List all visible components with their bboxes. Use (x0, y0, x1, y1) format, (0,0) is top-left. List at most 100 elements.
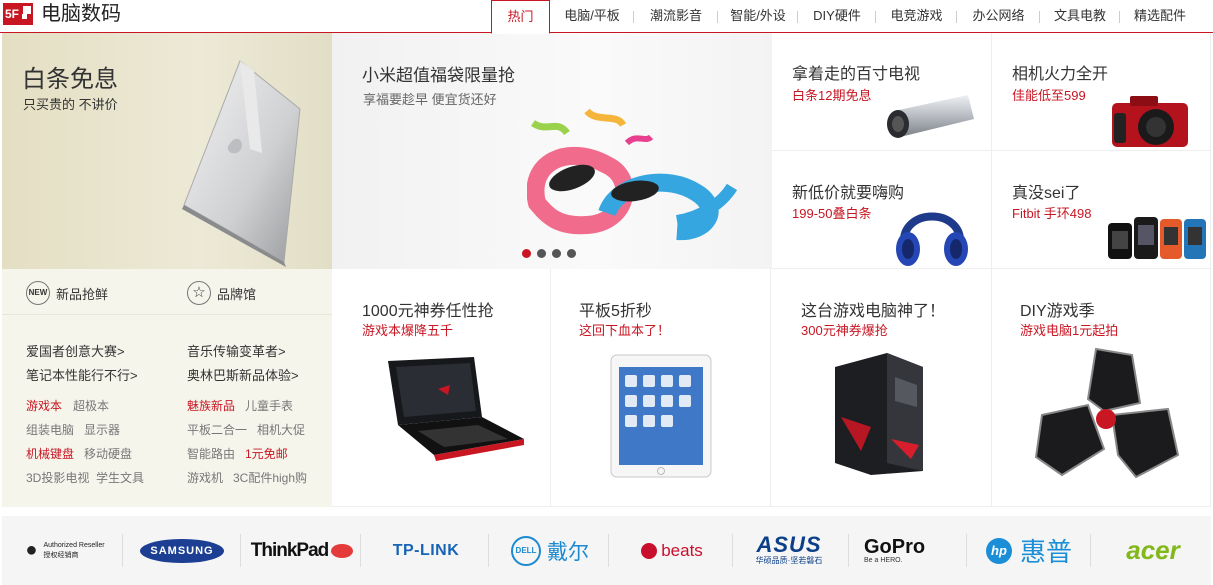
carousel-dots (522, 249, 576, 258)
tab-accessories[interactable]: 精选配件 (1120, 0, 1200, 33)
promo-tile-gaming-laptop[interactable]: 1000元神券任性抢 游戏本爆降五千 (332, 269, 551, 507)
brand-divider (966, 534, 967, 567)
gopro-logo: GoPro (864, 536, 926, 558)
keyword-link[interactable]: 游戏机 (187, 469, 223, 486)
brand-acer[interactable]: acer (1098, 516, 1208, 585)
keyword-link[interactable]: 移动硬盘 (84, 445, 132, 462)
tab-smart[interactable]: 智能/外设 (718, 0, 798, 33)
keyword-link[interactable]: 3C配件high购 (233, 469, 307, 486)
star-icon: ☆ (187, 281, 211, 305)
tab-av[interactable]: 潮流影音 (634, 0, 718, 33)
dell-logo: DELL (511, 535, 541, 566)
samsung-logo: SAMSUNG (140, 538, 224, 563)
promo-tile-projector[interactable]: 拿着走的百寸电视 白条12期免息 (772, 33, 992, 151)
tab-office[interactable]: 办公网络 (957, 0, 1040, 33)
promo-title: DIY游戏季 (1020, 303, 1095, 320)
promo-subtitle: 300元神券爆抢 (801, 323, 888, 338)
brand-apple[interactable]: ● Authorized Reseller 授权经销商 (10, 516, 120, 585)
hero-xiaomi[interactable]: 小米超值福袋限量抢 享福要趁早 便宜货还好 (332, 33, 772, 269)
brand-gopro[interactable]: GoPro Be a HERO. (856, 516, 960, 585)
promo-subtitle: 这回下血本了！ (579, 323, 671, 338)
tab-computer-tablet[interactable]: 电脑/平板 (550, 0, 634, 33)
promo-tile-tablet[interactable]: 平板5折秒 这回下血本了！ (551, 269, 771, 507)
floor-logo: 5F (3, 3, 33, 25)
keyword-link[interactable]: 组装电脑 (26, 421, 74, 438)
hero-left-subtitle: 只买贵的 不讲价 (23, 97, 118, 112)
tab-esports[interactable]: 电竞游戏 (876, 0, 957, 33)
keyword-link[interactable]: 1元免邮 (245, 445, 288, 462)
camera-icon (1112, 96, 1188, 147)
brand-tplink[interactable]: TP-LINK (368, 516, 484, 585)
brand-hall-link[interactable]: ☆ 品牌馆 (187, 281, 256, 305)
brand-divider (608, 534, 609, 567)
promo-title: 平板5折秒 (579, 303, 652, 320)
promo-subtitle: 白条12期免息 (792, 88, 872, 103)
brand-divider (1090, 534, 1091, 567)
keyword-link[interactable]: 机械键盘 (26, 445, 74, 462)
beats-logo: beats (661, 540, 703, 560)
promo-tile-headphones[interactable]: 新低价就要嗨购 199-50叠白条 (772, 151, 992, 269)
keyword-link[interactable]: 智能路由 (187, 445, 235, 462)
tab-hot[interactable]: 热门 (491, 0, 550, 34)
promo-subtitle: 199-50叠白条 (792, 206, 872, 221)
promo-title: 相机火力全开 (1012, 66, 1109, 83)
promo-link[interactable]: 音乐传输变革者> (187, 341, 286, 360)
promo-link[interactable]: 笔记本性能行不行> (26, 365, 138, 384)
keyword-link[interactable]: 相机大促 (257, 421, 305, 438)
promo-link[interactable]: 奥林巴斯新品体验> (187, 365, 299, 384)
promo-title: 这台游戏电脑神了！ (801, 303, 946, 320)
promo-subtitle: 游戏本爆降五千 (362, 323, 454, 338)
apple-reseller-label: Authorized Reseller (43, 541, 105, 549)
carousel-dot[interactable] (537, 249, 546, 258)
brand-divider (732, 534, 733, 567)
carousel-dot[interactable] (567, 249, 576, 258)
promo-tile-diy-case[interactable]: DIY游戏季 游戏电脑1元起拍 (992, 269, 1211, 507)
tab-diy[interactable]: DIY硬件 (798, 0, 876, 33)
promo-subtitle: Fitbit 手环498 (1012, 206, 1092, 221)
promo-title: 真没sei了 (1012, 185, 1081, 202)
promo-subtitle: 佳能低至599 (1012, 88, 1086, 103)
keyword-link[interactable]: 儿童手表 (245, 397, 293, 414)
brand-samsung[interactable]: SAMSUNG (130, 516, 234, 585)
brand-asus[interactable]: ASUS 华硕品质·坚若磐石 (738, 516, 840, 585)
promo-tile-camera[interactable]: 相机火力全开 佳能低至599 (992, 33, 1211, 151)
new-arrivals-link[interactable]: NEW 新品抢鲜 (26, 281, 108, 305)
promo-tile-gaming-pc[interactable]: 这台游戏电脑神了！ 300元神券爆抢 (771, 269, 992, 507)
keyword-link[interactable]: 超极本 (73, 397, 109, 414)
keyword-link[interactable]: 游戏本 (26, 397, 62, 414)
promo-tile-fitbit[interactable]: 真没sei了 Fitbit 手环498 (992, 151, 1211, 269)
brand-thinkpad[interactable]: ThinkPad (250, 516, 354, 585)
brand-divider (240, 534, 241, 567)
carousel-dot[interactable] (552, 249, 561, 258)
keyword-link[interactable]: 显示器 (84, 421, 120, 438)
promo-title: 1000元神券任性抢 (362, 303, 494, 320)
hero-baitiao[interactable]: 白条免息 只买贵的 不讲价 (2, 33, 332, 269)
fitness-band-icon (527, 108, 738, 241)
tab-stationery[interactable]: 文具电教 (1040, 0, 1120, 33)
brand-hp[interactable]: hp 惠普 (974, 516, 1084, 585)
gaming-pc-icon (835, 353, 923, 475)
floor-header: 5F 电脑数码 热门 电脑/平板 潮流影音 智能/外设 DIY硬件 电竞游戏 办… (0, 0, 1213, 34)
thinkpad-logo: ThinkPad (250, 539, 330, 561)
promo-subtitle: 游戏电脑1元起拍 (1020, 323, 1119, 338)
asus-logo: ASUS (756, 532, 822, 557)
keyword-link[interactable]: 魅族新品 (187, 397, 235, 414)
keyword-link[interactable]: 3D投影电视 (26, 469, 89, 486)
acer-logo: acer (1126, 535, 1180, 565)
category-panel-head: NEW 新品抢鲜 ☆ 品牌馆 (2, 269, 332, 315)
floor-title: 电脑数码 (41, 3, 121, 25)
asus-slogan: 华硕品质·坚若磐石 (755, 556, 823, 565)
brand-dell[interactable]: DELL 戴尔 (496, 516, 604, 585)
brand-beats[interactable]: beats (616, 516, 728, 585)
hero-left-title: 白条免息 (22, 66, 118, 93)
beats-icon (641, 542, 658, 559)
hero-center-subtitle: 享福要趁早 便宜货还好 (363, 92, 497, 107)
keyword-link[interactable]: 学生文具 (96, 469, 144, 486)
tplink-logo: TP-LINK (392, 541, 460, 559)
keyword-link[interactable]: 平板二合一 (187, 421, 247, 438)
pc-case-icon (1034, 347, 1180, 479)
carousel-dot[interactable] (522, 249, 531, 258)
promo-link[interactable]: 爱国者创意大赛> (26, 341, 125, 360)
promo-title: 拿着走的百寸电视 (792, 66, 921, 83)
tablet-icon (610, 354, 712, 478)
